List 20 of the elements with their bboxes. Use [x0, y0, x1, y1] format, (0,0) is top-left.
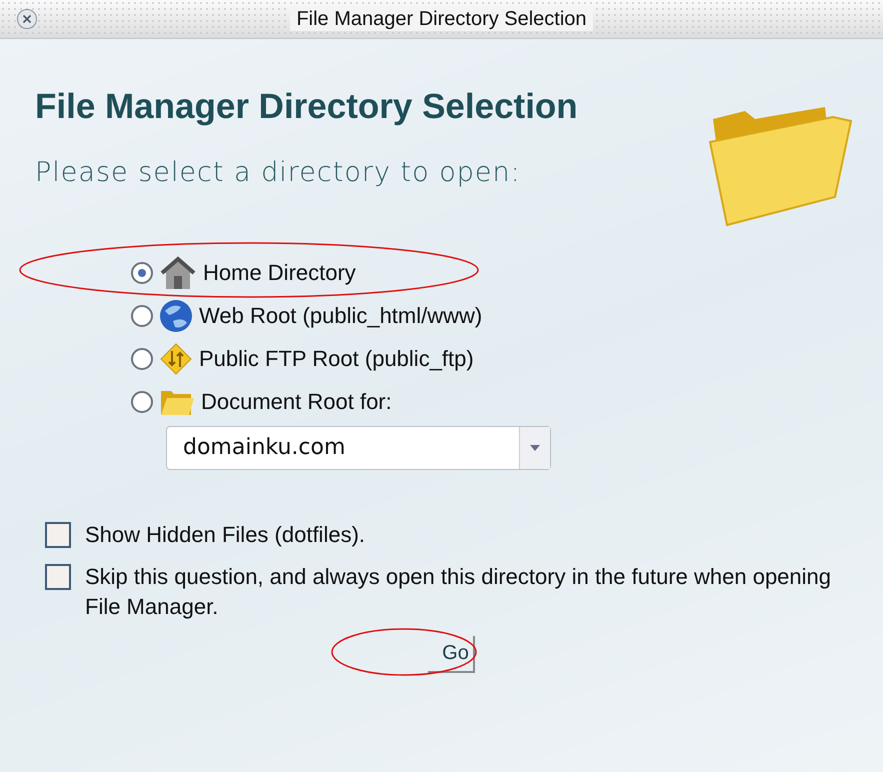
arrows-diamond-icon	[159, 342, 193, 376]
radio-label: Home Directory	[203, 260, 356, 286]
close-button[interactable]	[16, 8, 38, 30]
prompt-text: Please select a directory to open:	[35, 157, 522, 188]
checkbox-label: Skip this question, and always open this directory in the future when opening File Manager.	[85, 563, 832, 621]
house-icon	[159, 256, 197, 290]
radio-button[interactable]	[131, 348, 153, 370]
radio-button[interactable]	[131, 262, 153, 284]
page-heading: File Manager Directory Selection	[35, 86, 579, 127]
radio-button[interactable]	[131, 304, 153, 326]
radio-label: Web Root (public_html/www)	[199, 302, 482, 328]
radio-label: Public FTP Root (public_ftp)	[199, 346, 474, 372]
radio-label: Document Root for:	[201, 388, 392, 414]
domain-select[interactable]: domainku.com	[166, 426, 551, 470]
radio-button[interactable]	[131, 390, 153, 412]
globe-icon	[159, 298, 193, 332]
checkbox[interactable]	[45, 522, 71, 548]
checkbox-label: Show Hidden Files (dotfiles).	[85, 521, 366, 549]
checkbox[interactable]	[45, 564, 71, 590]
window-title: File Manager Directory Selection	[290, 8, 593, 30]
